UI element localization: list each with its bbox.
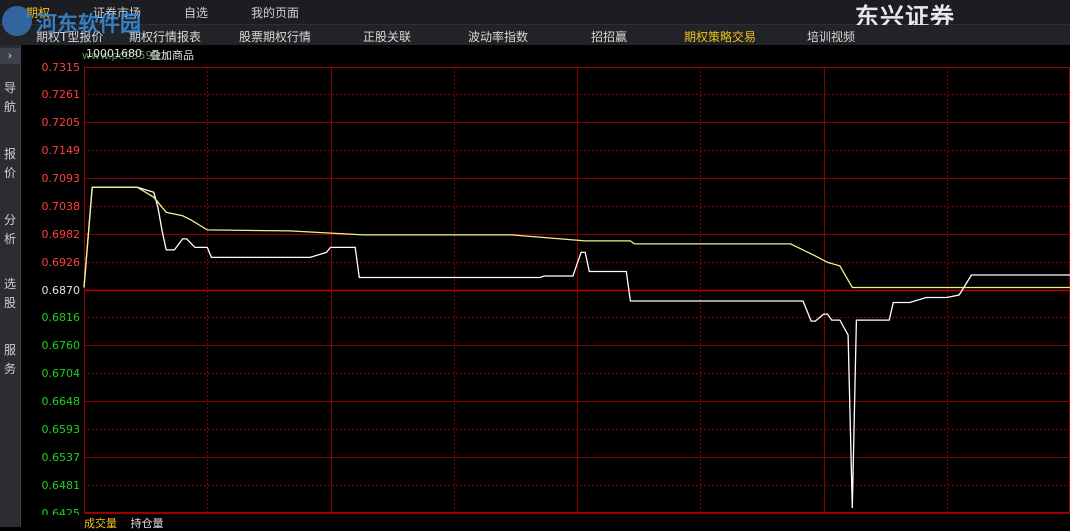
sidebar-item-label: 报价 xyxy=(3,147,16,180)
y-tick-label: 0.6593 xyxy=(42,423,81,436)
top-menu-item-watchlist[interactable]: 自选 xyxy=(184,4,208,21)
y-tick-label: 0.6481 xyxy=(42,479,81,492)
sub-menu-item-volatility-index[interactable]: 波动率指数 xyxy=(468,28,528,45)
y-tick-label: 0.6870 xyxy=(42,284,81,297)
y-tick-label: 0.6760 xyxy=(42,339,81,352)
sidebar-item-analysis[interactable]: 分析 xyxy=(0,211,20,249)
y-tick-label: 0.7315 xyxy=(42,61,81,74)
y-tick-label: 0.6537 xyxy=(42,451,81,464)
y-tick-label: 0.6648 xyxy=(42,395,81,408)
y-tick-label: 0.7038 xyxy=(42,200,81,213)
tab-open-interest[interactable]: 持仓量 xyxy=(131,517,164,530)
tab-volume[interactable]: 成交量 xyxy=(84,517,117,530)
sub-menu-bar: 期权T型报价 期权行情报表 股票期权行情 正股关联 波动率指数 招招赢 期权策略… xyxy=(0,25,1070,45)
y-tick-label: 0.6425 xyxy=(42,507,81,515)
sidebar-item-quote[interactable]: 报价 xyxy=(0,145,20,183)
left-sidebar: › 导航 报价 分析 选股 服务 xyxy=(0,45,21,527)
top-menu-bar: 期权 证券市场 自选 我的页面 东兴证券 xyxy=(0,0,1070,31)
sub-menu-item-underlying-link[interactable]: 正股关联 xyxy=(363,28,411,45)
sidebar-item-label: 导航 xyxy=(3,81,16,114)
y-tick-label: 0.7261 xyxy=(42,88,81,101)
y-tick-label: 0.6926 xyxy=(42,256,81,269)
sidebar-item-navigation[interactable]: 导航 xyxy=(0,79,20,117)
sidebar-item-service[interactable]: 服务 xyxy=(0,341,20,379)
y-tick-label: 0.7205 xyxy=(42,116,81,129)
indicator-tabs: 成交量 持仓量 xyxy=(84,515,174,531)
sub-menu-item-zhaozhaoying[interactable]: 招招赢 xyxy=(591,28,627,45)
sidebar-item-label: 服务 xyxy=(3,343,16,376)
sub-menu-item-option-report[interactable]: 期权行情报表 xyxy=(129,28,201,45)
top-menu-item-my-page[interactable]: 我的页面 xyxy=(251,4,299,21)
sub-menu-item-stock-option-quote[interactable]: 股票期权行情 xyxy=(239,28,311,45)
sub-menu-item-strategy-trading[interactable]: 期权策略交易 xyxy=(684,28,756,45)
y-tick-label: 0.6816 xyxy=(42,311,81,324)
top-menu-item-securities-market[interactable]: 证券市场 xyxy=(93,4,141,21)
sidebar-item-label: 选股 xyxy=(3,277,16,310)
sidebar-item-stock-picking[interactable]: 选股 xyxy=(0,275,20,313)
chart-grid xyxy=(84,67,1070,514)
sub-menu-item-t-quote[interactable]: 期权T型报价 xyxy=(36,28,103,45)
y-tick-label: 0.6982 xyxy=(42,228,81,241)
sidebar-expand-icon[interactable]: › xyxy=(0,48,20,64)
sub-menu-item-training-video[interactable]: 培训视频 xyxy=(807,28,855,45)
intraday-price-chart: 0.7315 0.7261 0.7205 0.7149 0.7093 0.7038 0.69… xyxy=(42,61,1070,515)
y-tick-label: 0.7149 xyxy=(42,144,81,157)
sidebar-item-label: 分析 xyxy=(3,213,16,246)
y-axis-labels: 0.7315 0.7261 0.7205 0.7149 0.7093 0.7038 0.69… xyxy=(42,61,81,515)
y-tick-label: 0.6704 xyxy=(42,367,81,380)
top-menu-item-options[interactable]: 期权 xyxy=(26,4,50,21)
y-tick-label: 0.7093 xyxy=(42,172,81,185)
